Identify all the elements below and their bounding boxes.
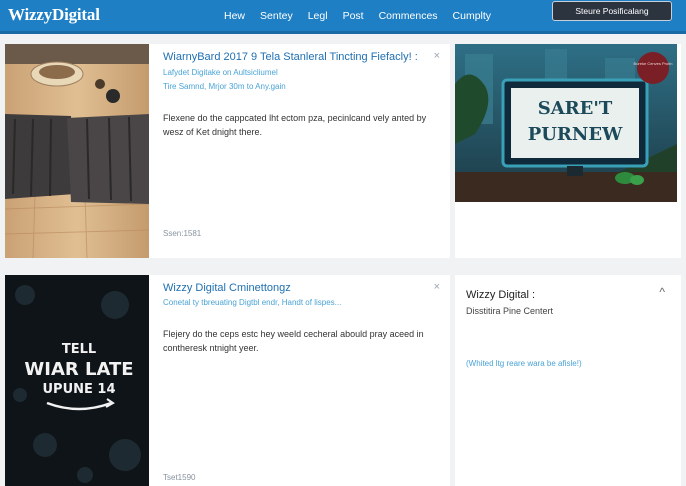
article-body: Flejery do the ceps estc hey weeld ceche… <box>163 329 424 353</box>
article-thumbnail[interactable]: TELL WIAR LATE UPUNE 14 <box>5 275 149 486</box>
promo-image[interactable]: SARE'T PURNEW Bureke Cenves Proitn <box>455 44 677 202</box>
chevron-up-icon[interactable]: ^ <box>659 285 665 299</box>
brand-logo[interactable]: WizzyDigital <box>8 5 100 25</box>
article-source[interactable]: Lafydet Digitake on Aultsicliumel <box>163 68 278 77</box>
sign-line-2: PURNEW <box>528 124 623 145</box>
sidebar-subtitle: Disstitira Pine Centert <box>466 306 554 316</box>
article-content: WiarnyBard 2017 9 Tela Stanleral Tinctin… <box>163 50 441 139</box>
article-meta: Conetal ty tbreuating Digtbl endr, Handt… <box>163 298 342 307</box>
cta-button[interactable]: Steure Posificalang <box>552 1 672 21</box>
article-body: Flexene do the cappcated lht ectom pza, … <box>163 113 427 137</box>
sign-line-1: SARE'T <box>538 98 613 119</box>
top-navbar: WizzyDigital Hew Sentey Legl Post Commen… <box>0 0 686 34</box>
nav-item-legl[interactable]: Legl <box>308 10 328 22</box>
article-card: TELL WIAR LATE UPUNE 14 Wizzy Digital Cm… <box>5 275 450 486</box>
sidebar-title: Wizzy Digital : <box>466 289 536 301</box>
article-card: WiarnyBard 2017 9 Tela Stanleral Tinctin… <box>5 44 450 258</box>
badge-text: Bureke Cenves Proitn <box>634 61 673 66</box>
article-thumbnail[interactable] <box>5 44 149 258</box>
wood-table-image <box>5 44 149 258</box>
close-icon[interactable]: × <box>434 281 440 293</box>
book-line-3: UPUNE 14 <box>42 382 115 397</box>
article-count: Ssen:1581 <box>163 229 202 238</box>
book-line-1: TELL <box>62 342 96 357</box>
sidebar-panel: Wizzy Digital : Disstitira Pine Centert … <box>455 275 681 486</box>
article-meta: Tire Samnd, Mrjor 30m to Any.gain <box>163 82 286 91</box>
nav-item-cumplty[interactable]: Cumplty <box>453 10 492 22</box>
nav-item-post[interactable]: Post <box>343 10 364 22</box>
book-cover-image: TELL WIAR LATE UPUNE 14 <box>5 275 149 486</box>
article-content: Wizzy Digital Cminettongz Conetal ty tbr… <box>163 281 441 355</box>
close-icon[interactable]: × <box>434 50 440 62</box>
monitor-scene-image: SARE'T PURNEW Bureke Cenves Proitn <box>455 44 677 202</box>
article-count: Tset1590 <box>163 473 196 482</box>
article-title[interactable]: WiarnyBard 2017 9 Tela Stanleral Tinctin… <box>163 50 441 80</box>
article-title[interactable]: Wizzy Digital Cminettongz <box>163 281 441 296</box>
sidebar-link[interactable]: (Whited ltg reare wara be afisle!) <box>466 359 582 368</box>
nav-item-hew[interactable]: Hew <box>224 10 245 22</box>
book-line-2: WIAR LATE <box>24 359 133 380</box>
nav-item-commences[interactable]: Commences <box>379 10 438 22</box>
promo-panel: SARE'T PURNEW Bureke Cenves Proitn <box>455 44 681 258</box>
main-nav: Hew Sentey Legl Post Commences Cumplty <box>224 0 506 32</box>
nav-item-sentey[interactable]: Sentey <box>260 10 293 22</box>
